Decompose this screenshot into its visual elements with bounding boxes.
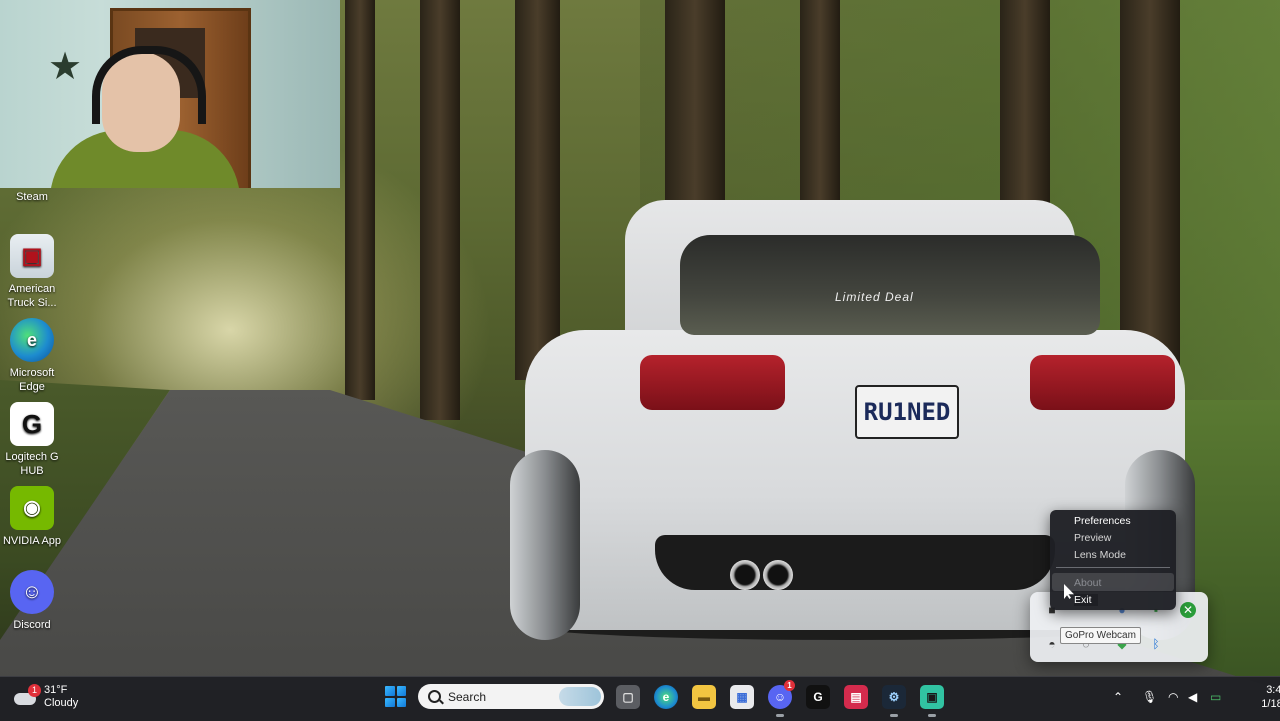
wifi-icon[interactable]: ◠ — [1168, 690, 1178, 704]
headset — [92, 46, 206, 124]
search-box[interactable]: Search — [418, 684, 604, 709]
car-window-decal: Limited Deal — [835, 290, 914, 304]
desktop-icon-label: NVIDIA App — [2, 535, 62, 547]
taillight-left — [640, 355, 785, 410]
star-decoration: ★ — [48, 46, 83, 88]
car-bumper — [655, 535, 1055, 590]
weather-condition: Cloudy — [44, 697, 79, 709]
desktop-icon-logitech-ghub[interactable]: G Logitech G HUB — [0, 402, 64, 478]
microphone-icon[interactable]: 🎙︎ — [1142, 690, 1157, 704]
nvidia-icon: ◉ — [10, 486, 54, 530]
desktop-icon-label: American Truck Si... — [7, 283, 57, 309]
desktop-icon-label: Microsoft Edge — [9, 367, 55, 393]
clock-time: 3:44 P — [1266, 684, 1280, 696]
discord-tray-icon[interactable]: ◓ — [1044, 636, 1060, 652]
desktop-icon-discord[interactable]: ☺ Discord — [0, 570, 64, 632]
tree-trunk — [800, 0, 840, 210]
bluetooth-icon[interactable]: ᛒ — [1148, 636, 1164, 652]
taillight-right — [1030, 355, 1175, 410]
american-truck-simulator-icon: ▣ — [10, 234, 54, 278]
menu-item-lens-mode[interactable]: Lens Mode — [1074, 549, 1126, 561]
desktop-icon-edge[interactable]: e Microsoft Edge — [0, 318, 64, 394]
webcam-overlay: ★ — [0, 0, 340, 188]
clock-date: 1/18/20 — [1261, 698, 1280, 710]
menu-item-about[interactable]: About — [1074, 577, 1101, 589]
menu-item-preferences[interactable]: Preferences — [1074, 515, 1131, 527]
edge-icon: e — [10, 318, 54, 362]
tree-trunk — [345, 0, 375, 400]
edge-icon[interactable]: e — [654, 685, 678, 709]
recorder-icon[interactable]: ▤ — [844, 685, 868, 709]
desktop-icon-nvidia-app[interactable]: ◉ NVIDIA App — [0, 486, 64, 548]
menu-hover-highlight — [1052, 573, 1174, 591]
exhaust-pipe — [763, 560, 793, 590]
weather-badge: 1 — [28, 684, 41, 697]
car-rear-window — [680, 235, 1100, 335]
menu-item-preview[interactable]: Preview — [1074, 532, 1111, 544]
search-highlight-art — [559, 687, 601, 706]
menu-separator — [1056, 567, 1170, 568]
desktop-icon-label: Steam — [16, 191, 48, 203]
discord-taskbar-icon[interactable]: ☺ 1 — [768, 680, 795, 717]
search-icon — [428, 690, 441, 703]
desktop-icon-steam[interactable]: Steam — [0, 190, 64, 204]
xbox-icon[interactable]: ✕ — [1180, 602, 1196, 618]
store-icon[interactable]: ▦ — [730, 685, 754, 709]
weather-widget[interactable]: 1 31°F Cloudy — [12, 684, 78, 710]
logitech-ghub-taskbar-icon[interactable]: G — [806, 685, 830, 709]
search-label: Search — [448, 690, 487, 704]
tree-trunk — [420, 0, 460, 420]
discord-icon: ☺ — [10, 570, 54, 614]
logitech-ghub-icon: G — [10, 402, 54, 446]
desktop-icon-label: Logitech G HUB — [5, 451, 59, 477]
license-plate: RU1NED — [855, 385, 959, 439]
tooltip-gopro-webcam: GoPro Webcam — [1060, 627, 1141, 644]
start-icon[interactable] — [385, 686, 406, 707]
streamlabs-icon[interactable]: ▣ — [920, 685, 944, 717]
cloud-icon: 1 — [12, 684, 41, 707]
steam-taskbar-icon[interactable]: ⚙ — [882, 685, 906, 717]
desktop-icon-label: Discord — [13, 619, 51, 631]
weather-temp: 31°F — [44, 684, 68, 696]
menu-item-exit[interactable]: Exit — [1074, 594, 1098, 606]
system-clock[interactable]: 3:44 P 1/18/20 — [1238, 683, 1280, 711]
battery-icon[interactable]: ▭ — [1210, 690, 1221, 704]
task-view-icon[interactable]: ▢ — [616, 685, 640, 709]
wheel-left — [510, 450, 580, 640]
desktop-icon-american-truck-simulator[interactable]: ▣ American Truck Si... — [0, 234, 64, 310]
exhaust-pipe — [730, 560, 760, 590]
chevron-up-icon[interactable]: ⌃ — [1113, 690, 1123, 704]
file-explorer-icon[interactable]: ▬ — [692, 685, 716, 709]
taskbar — [0, 676, 1280, 721]
speaker-icon[interactable]: ◀ — [1188, 690, 1197, 704]
discord-notification-badge: 1 — [784, 680, 795, 691]
